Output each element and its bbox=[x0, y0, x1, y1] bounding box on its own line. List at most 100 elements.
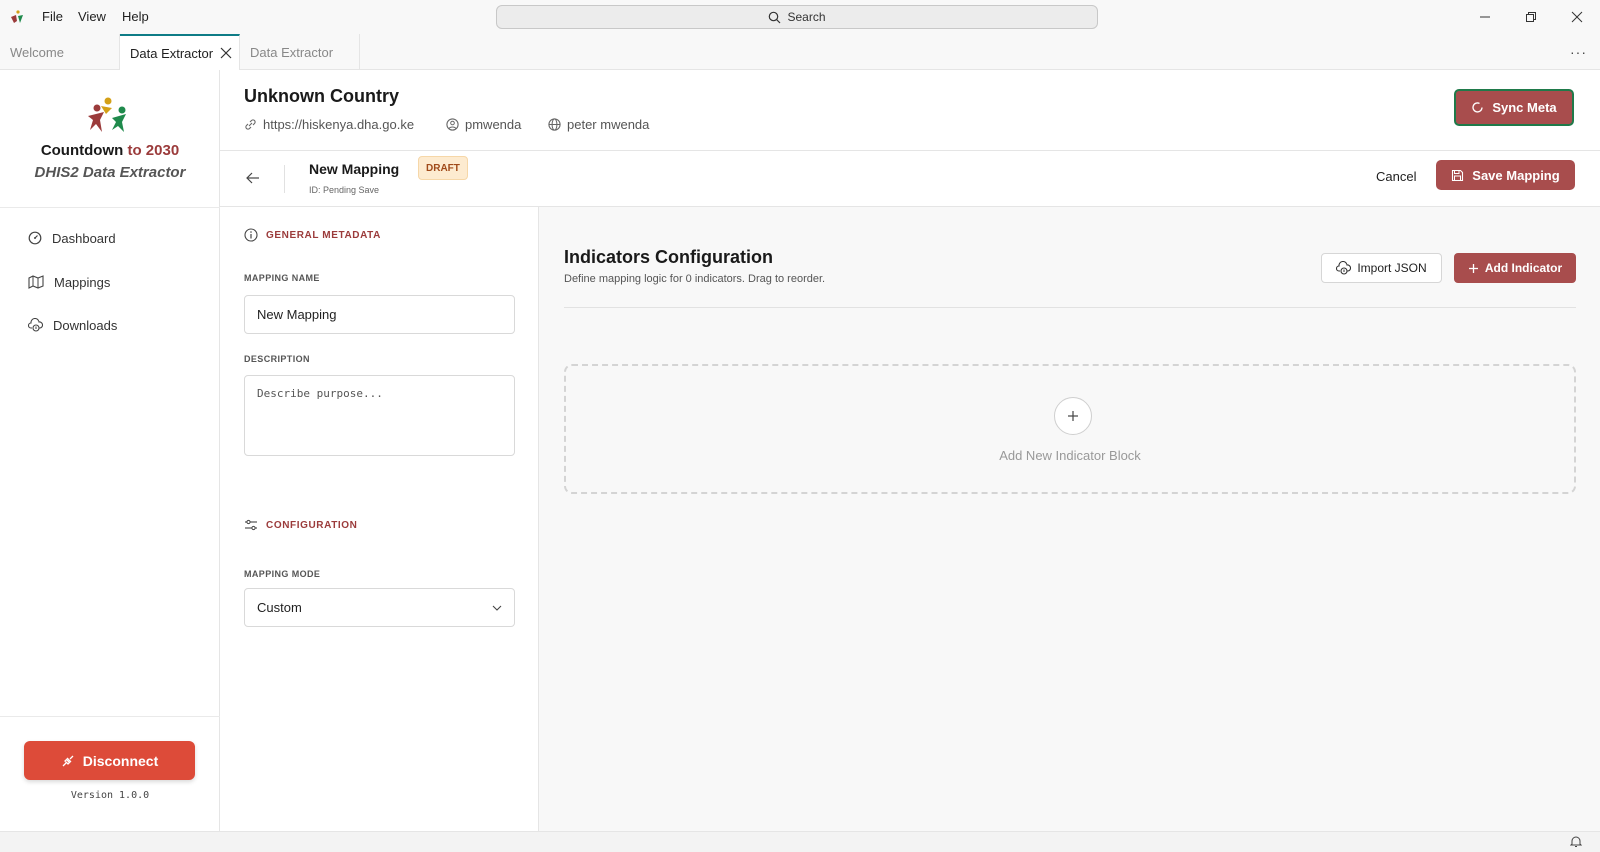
search-icon bbox=[769, 11, 781, 23]
tab-label: Data Extractor bbox=[250, 44, 334, 60]
sidebar-item-label: Downloads bbox=[53, 317, 118, 333]
mapping-title: New Mapping bbox=[309, 161, 400, 177]
import-json-button[interactable]: Import JSON bbox=[1321, 253, 1442, 283]
cancel-button[interactable]: Cancel bbox=[1376, 169, 1416, 184]
tab-bar: Welcome Data Extractor Data Extractor ··… bbox=[0, 34, 1600, 70]
sidebar-item-downloads[interactable]: Downloads bbox=[28, 314, 117, 336]
indicators-title: Indicators Configuration bbox=[564, 247, 773, 267]
mapping-mode-value: Custom bbox=[257, 600, 302, 615]
unplug-icon bbox=[62, 755, 74, 766]
brand-title-main: Countdown bbox=[40, 142, 124, 159]
minimize-button[interactable] bbox=[1474, 6, 1496, 28]
search-input[interactable]: Search bbox=[496, 5, 1098, 29]
cloud-download-icon bbox=[28, 318, 43, 332]
version-text: Version 1.0.0 bbox=[70, 790, 150, 801]
sidebar: Countdown to 2030 DHIS2 Data Extractor D… bbox=[0, 70, 220, 831]
full-name: peter mwenda bbox=[548, 117, 649, 132]
connection-header: Unknown Country https://hiskenya.dha.go.… bbox=[220, 70, 1600, 151]
mapping-name-label: MAPPING NAME bbox=[244, 273, 320, 283]
add-indicator-block-label: Add New Indicator Block bbox=[999, 448, 1141, 463]
map-icon bbox=[28, 275, 44, 289]
status-bar bbox=[0, 831, 1600, 852]
brand: Countdown to 2030 DHIS2 Data Extractor bbox=[0, 70, 220, 208]
add-indicator-block[interactable]: Add New Indicator Block bbox=[564, 364, 1576, 494]
menu-view[interactable]: View bbox=[78, 9, 106, 24]
sidebar-item-mappings[interactable]: Mappings bbox=[28, 271, 110, 293]
restore-icon bbox=[1526, 12, 1536, 22]
info-icon bbox=[244, 228, 258, 242]
gauge-icon bbox=[28, 231, 42, 245]
section-title-text: CONFIGURATION bbox=[266, 519, 358, 531]
app-logo-icon bbox=[11, 10, 23, 23]
add-indicator-button[interactable]: Add Indicator bbox=[1454, 253, 1576, 283]
disconnect-label: Disconnect bbox=[82, 752, 159, 769]
refresh-icon bbox=[1472, 102, 1483, 113]
plus-icon bbox=[1068, 411, 1078, 421]
tab-welcome[interactable]: Welcome bbox=[0, 34, 120, 70]
save-mapping-button[interactable]: Save Mapping bbox=[1436, 160, 1575, 190]
sidebar-item-label: Mappings bbox=[54, 274, 111, 290]
general-metadata-heading: GENERAL METADATA bbox=[244, 228, 381, 242]
link-icon bbox=[245, 119, 256, 130]
mapping-name-input[interactable]: New Mapping bbox=[244, 295, 515, 334]
section-divider bbox=[564, 307, 1576, 308]
configuration-heading: CONFIGURATION bbox=[244, 518, 358, 532]
username: pmwenda bbox=[446, 117, 521, 132]
status-badge: DRAFT bbox=[418, 156, 468, 180]
server-url-text: https://hiskenya.dha.go.ke bbox=[263, 117, 415, 132]
close-tab-icon[interactable] bbox=[220, 47, 232, 59]
mapping-form-panel: GENERAL METADATA MAPPING NAME New Mappin… bbox=[220, 207, 539, 831]
sync-meta-button[interactable]: Sync Meta bbox=[1454, 89, 1574, 126]
user-circle-icon bbox=[446, 118, 459, 131]
username-text: pmwenda bbox=[465, 117, 522, 132]
mapping-id: ID: Pending Save bbox=[309, 185, 380, 195]
minimize-icon bbox=[1480, 16, 1490, 18]
close-window-button[interactable] bbox=[1566, 6, 1588, 28]
back-button[interactable] bbox=[242, 167, 264, 189]
brand-logo-icon bbox=[88, 97, 126, 132]
add-indicator-label: Add Indicator bbox=[1484, 261, 1563, 275]
menu-help[interactable]: Help bbox=[122, 9, 149, 24]
description-textarea[interactable]: Describe purpose... bbox=[244, 375, 515, 456]
disconnect-button[interactable]: Disconnect bbox=[24, 741, 195, 780]
bell-icon[interactable] bbox=[1570, 835, 1582, 848]
indicators-subtitle: Define mapping logic for 0 indicators. D… bbox=[564, 273, 826, 285]
indicators-panel: Indicators Configuration Define mapping … bbox=[540, 207, 1600, 831]
tab-data-extractor[interactable]: Data Extractor bbox=[240, 34, 360, 70]
toolbar-divider bbox=[284, 165, 285, 193]
plus-icon bbox=[1468, 263, 1478, 273]
import-json-label: Import JSON bbox=[1357, 261, 1427, 275]
arrow-left-icon bbox=[246, 172, 259, 184]
mapping-toolbar: New Mapping DRAFT ID: Pending Save Cance… bbox=[220, 151, 1600, 207]
save-mapping-label: Save Mapping bbox=[1472, 167, 1560, 183]
brand-title: Countdown to 2030 bbox=[0, 142, 220, 159]
sidebar-divider bbox=[0, 716, 220, 717]
mapping-mode-label: MAPPING MODE bbox=[244, 569, 321, 579]
sliders-icon bbox=[245, 519, 257, 531]
save-icon bbox=[1452, 169, 1464, 181]
title-bar: File View Help Search bbox=[0, 0, 1600, 34]
sidebar-item-label: Dashboard bbox=[52, 230, 116, 246]
restore-button[interactable] bbox=[1520, 6, 1542, 28]
tab-label: Data Extractor bbox=[130, 45, 214, 61]
tab-data-extractor-active[interactable]: Data Extractor bbox=[120, 34, 240, 70]
brand-subtitle: DHIS2 Data Extractor bbox=[34, 164, 186, 181]
plus-circle-icon[interactable] bbox=[1054, 397, 1092, 435]
search-label: Search bbox=[787, 10, 826, 24]
brand-title-accent: to 2030 bbox=[127, 142, 180, 159]
tab-label: Welcome bbox=[10, 44, 64, 60]
country-title: Unknown Country bbox=[244, 86, 399, 106]
chevron-down-icon bbox=[492, 605, 502, 611]
close-icon bbox=[1571, 11, 1583, 23]
mapping-mode-select[interactable]: Custom bbox=[244, 588, 515, 627]
server-url: https://hiskenya.dha.go.ke bbox=[244, 117, 414, 132]
sidebar-item-dashboard[interactable]: Dashboard bbox=[28, 227, 116, 249]
globe-icon bbox=[548, 118, 561, 131]
menu-file[interactable]: File bbox=[42, 9, 63, 24]
sync-meta-label: Sync Meta bbox=[1492, 100, 1557, 115]
more-tabs-icon[interactable]: ··· bbox=[1570, 44, 1587, 60]
full-name-text: peter mwenda bbox=[567, 117, 650, 132]
section-title-text: GENERAL METADATA bbox=[266, 229, 381, 241]
description-label: DESCRIPTION bbox=[244, 354, 310, 364]
cloud-upload-icon bbox=[1336, 261, 1352, 275]
